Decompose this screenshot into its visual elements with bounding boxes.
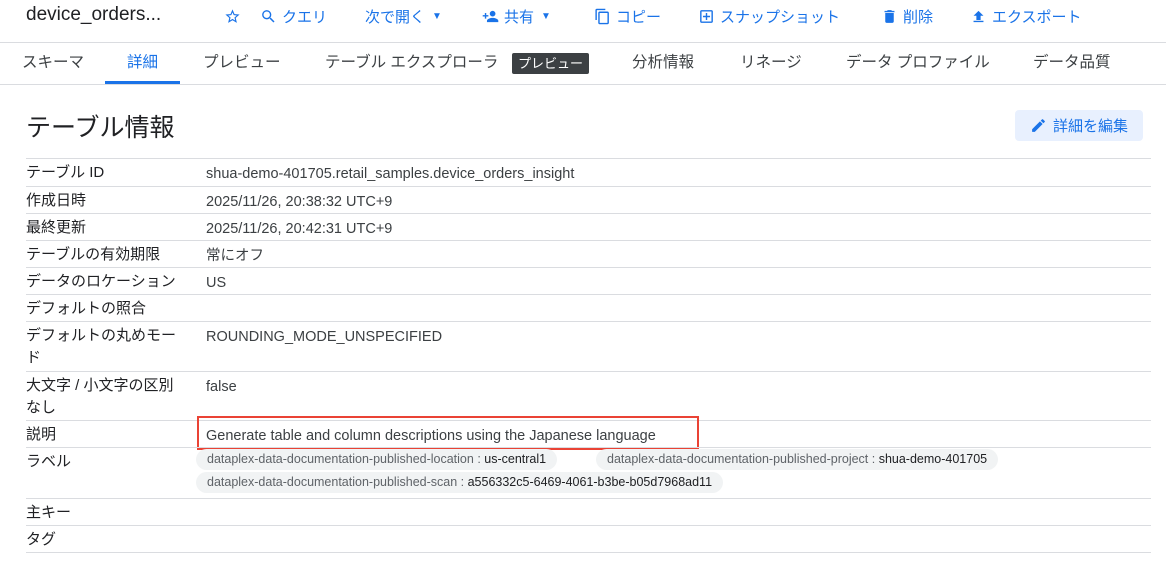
upload-icon (973, 10, 984, 22)
info-row: テーブルの有効期限 常にオフ (26, 240, 1151, 267)
info-key: 作成日時 (26, 192, 87, 209)
table-title: device_orders... (26, 4, 162, 25)
info-row: デフォルトの丸めモード ROUNDING_MODE_UNSPECIFIED (26, 321, 1151, 371)
info-row-labels: ラベル dataplex-data-documentation-publishe… (26, 447, 1151, 498)
info-key: デフォルトの丸めモード (26, 327, 177, 366)
tab-insights[interactable]: 分析情報 (632, 43, 694, 84)
tab-lineage[interactable]: リネージ (740, 43, 802, 84)
trash-icon (884, 9, 895, 23)
label-chip: dataplex-data-documentation-published-pr… (596, 449, 999, 470)
info-value: US (206, 275, 227, 291)
preview-badge: プレビュー (512, 53, 590, 74)
info-value: 2025/11/26, 20:42:31 UTC+9 (206, 221, 393, 237)
person-add-icon (482, 10, 499, 22)
share-label: 共有 (504, 8, 535, 26)
star-button[interactable] (224, 6, 241, 26)
active-tab-indicator (105, 81, 180, 84)
info-key: ラベル (26, 453, 72, 470)
label-chip-key: dataplex-data-documentation-published-sc… (207, 475, 458, 489)
toolbar: device_orders... クエリ 次で開く ▼ 共有 ▼ コピー スナッ… (0, 0, 1166, 36)
share-button[interactable]: 共有 ▼ (482, 6, 551, 26)
info-key: デフォルトの照合 (26, 300, 147, 317)
info-key: テーブル ID (26, 164, 105, 181)
snapshot-label: スナップショット (720, 8, 841, 26)
info-key: 最終更新 (26, 219, 87, 236)
info-key: 説明 (26, 426, 57, 443)
label-chip-value: a556332c5-6469-4061-b3be-b05d7968ad11 (467, 475, 713, 489)
pencil-icon (1032, 119, 1045, 132)
tab-schema[interactable]: スキーマ (22, 43, 84, 84)
tab-table-explorer[interactable]: テーブル エクスプローラ (325, 43, 498, 84)
search-icon (262, 9, 275, 23)
info-row: 最終更新 2025/11/26, 20:42:31 UTC+9 (26, 213, 1151, 240)
label-chip-value: us-central1 (484, 452, 547, 466)
label-chip: dataplex-data-documentation-published-sc… (196, 472, 724, 493)
info-key: 大文字 / 小文字の区別なし (26, 377, 174, 416)
delete-label: 削除 (903, 8, 934, 26)
label-chip-key: dataplex-data-documentation-published-lo… (207, 452, 474, 466)
tab-bar: スキーマ 詳細 プレビュー テーブル エクスプローラ プレビュー 分析情報 リネ… (0, 42, 1166, 85)
info-value: ROUNDING_MODE_UNSPECIFIED (206, 329, 443, 345)
info-row: 主キー (26, 498, 1151, 525)
info-row: テーブル ID shua-demo-401705.retail_samples.… (26, 158, 1151, 186)
info-row-description: 説明 Generate table and column description… (26, 416, 1151, 450)
open-in-label: 次で開く (365, 8, 426, 26)
label-chip-value: shua-demo-401705 (878, 452, 988, 466)
snapshot-button[interactable]: スナップショット (698, 6, 840, 26)
tab-details[interactable]: 詳細 (127, 43, 158, 84)
info-key: 主キー (26, 504, 72, 521)
query-label: クエリ (282, 8, 328, 26)
chevron-down-icon: ▼ (541, 10, 551, 22)
table-info: テーブル ID shua-demo-401705.retail_samples.… (26, 158, 1151, 553)
export-label: エクスポート (992, 8, 1082, 26)
info-value: 常にオフ (206, 248, 264, 264)
info-key: テーブルの有効期限 (26, 246, 161, 263)
info-row: 大文字 / 小文字の区別なし false (26, 371, 1151, 420)
copy-button[interactable]: コピー (594, 6, 661, 26)
info-key: タグ (26, 531, 57, 548)
info-value: 2025/11/26, 20:38:32 UTC+9 (206, 194, 393, 210)
info-key: データのロケーション (26, 273, 176, 290)
star-icon (225, 8, 240, 23)
label-chip: dataplex-data-documentation-published-lo… (196, 449, 558, 470)
tab-data-quality[interactable]: データ品質 (1033, 43, 1111, 84)
tab-data-profile[interactable]: データ プロファイル (846, 43, 990, 84)
tab-preview[interactable]: プレビュー (203, 43, 281, 84)
info-value: false (206, 379, 237, 395)
delete-button[interactable]: 削除 (881, 6, 933, 26)
label-chip-key: dataplex-data-documentation-published-pr… (607, 452, 869, 466)
open-in-button[interactable]: 次で開く ▼ (365, 6, 442, 26)
snapshot-icon (700, 9, 713, 23)
highlight-box (197, 416, 699, 450)
info-row: タグ (26, 525, 1151, 553)
copy-label: コピー (616, 8, 662, 26)
info-row: デフォルトの照合 (26, 294, 1151, 321)
copy-icon (595, 8, 609, 24)
info-row: データのロケーション US (26, 267, 1151, 294)
chevron-down-icon: ▼ (432, 10, 442, 22)
edit-details-button[interactable]: 詳細を編集 (1015, 110, 1143, 141)
edit-details-label: 詳細を編集 (1052, 118, 1128, 135)
info-value: shua-demo-401705.retail_samples.device_o… (206, 166, 575, 182)
query-button[interactable]: クエリ (260, 6, 327, 26)
section-title: テーブル情報 (26, 114, 175, 142)
export-button[interactable]: エクスポート (970, 6, 1082, 26)
info-row: 作成日時 2025/11/26, 20:38:32 UTC+9 (26, 186, 1151, 213)
